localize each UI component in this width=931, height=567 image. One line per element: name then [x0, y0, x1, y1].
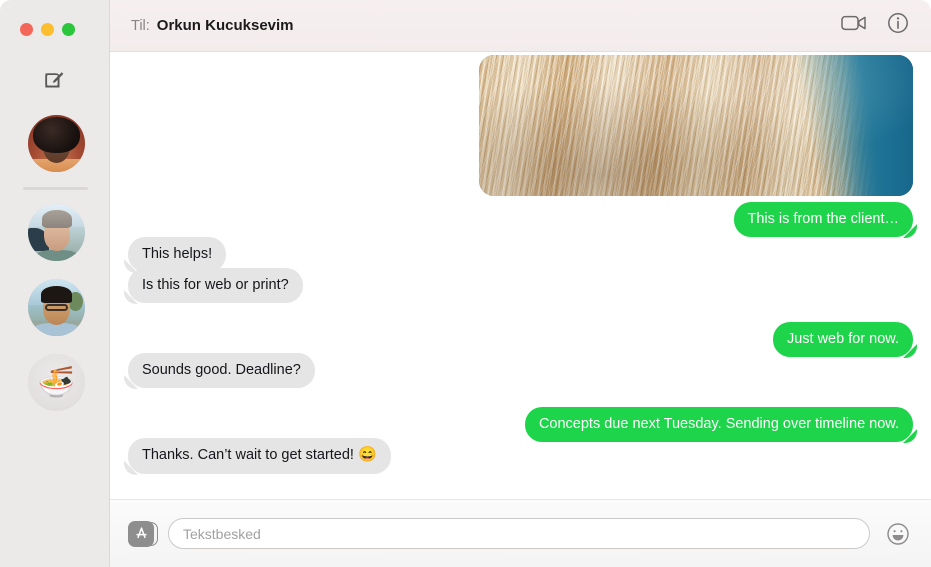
zoom-button[interactable]: [62, 23, 75, 36]
close-button[interactable]: [20, 23, 33, 36]
app-store-button[interactable]: [128, 520, 158, 548]
new-message-button[interactable]: [39, 64, 69, 94]
message-bubble-received[interactable]: Sounds good. Deadline?: [128, 353, 315, 389]
compose-bar: [110, 499, 931, 567]
grinning-face-icon: 😄: [358, 446, 377, 463]
facetime-video-icon: [841, 15, 866, 31]
emoji-picker-button[interactable]: [883, 519, 913, 549]
photo-attachment[interactable]: [479, 55, 913, 196]
conversations-sidebar: 🍜: [0, 0, 110, 567]
details-info-button[interactable]: [887, 12, 909, 39]
to-label: Til:: [131, 17, 150, 34]
sidebar-item-conversation-3[interactable]: [28, 279, 85, 336]
messages-window: 🍜 Til: Orkun Kucuksevim This is from the…: [0, 0, 931, 567]
attachment-image: [479, 55, 913, 196]
conversation-header: Til: Orkun Kucuksevim: [110, 0, 931, 52]
avatar-image-4: 🍜: [28, 354, 85, 411]
sidebar-item-conversation-2[interactable]: [28, 204, 85, 261]
recipient-name: Orkun Kucuksevim: [156, 17, 294, 34]
header-actions: [841, 12, 917, 39]
minimize-button[interactable]: [41, 23, 54, 36]
conversation-pane: Til: Orkun Kucuksevim This is from the c…: [110, 0, 931, 567]
noodle-bowl-icon: 🍜: [37, 365, 76, 399]
app-store-icon: [128, 520, 154, 547]
message-bubble-received[interactable]: Is this for web or print?: [128, 268, 303, 304]
message-bubble-sent[interactable]: Concepts due next Tuesday. Sending over …: [524, 407, 913, 443]
window-traffic-lights: [20, 23, 75, 36]
message-transcript[interactable]: This is from the client… This helps! Is …: [110, 52, 931, 499]
message-bubble-received[interactable]: Thanks. Can’t wait to get started! 😄: [128, 438, 391, 474]
sidebar-item-conversation-4[interactable]: 🍜: [28, 354, 85, 411]
message-input-field[interactable]: [168, 518, 870, 549]
smiley-face-icon: [887, 522, 909, 545]
avatar-image-3: [28, 279, 85, 336]
sidebar-divider: [23, 187, 88, 190]
avatar-image-1: [28, 115, 85, 172]
compose-icon: [45, 72, 64, 88]
message-bubble-received[interactable]: This helps!: [128, 237, 227, 273]
message-text: Thanks. Can’t wait to get started!: [142, 447, 358, 463]
message-bubble-sent[interactable]: This is from the client…: [733, 202, 913, 238]
message-input[interactable]: [183, 525, 855, 542]
facetime-video-button[interactable]: [841, 14, 867, 37]
sidebar-item-conversation-1[interactable]: [28, 115, 85, 172]
message-bubble-sent[interactable]: Just web for now.: [772, 322, 913, 358]
details-info-icon: [888, 13, 908, 33]
avatar-image-2: [28, 204, 85, 261]
app-store-glyph: [135, 527, 147, 539]
